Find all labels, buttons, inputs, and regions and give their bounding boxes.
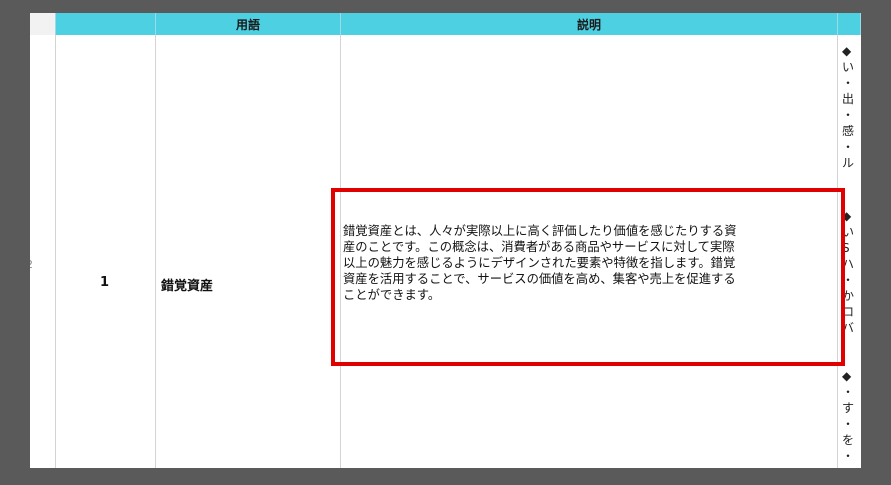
side-fragment: ・: [842, 76, 855, 90]
term-cell[interactable]: 錯覚資産: [161, 275, 213, 294]
side-fragment: ・: [842, 140, 855, 154]
left-edge-cell[interactable]: 2: [30, 258, 33, 271]
header-cell-description[interactable]: 説明: [341, 13, 838, 35]
header-cell-term[interactable]: 用語: [156, 13, 341, 35]
spreadsheet: 用語 説明 2 1 錯覚資産 錯覚資産とは、人々が実際以上に高く評価したり価値を…: [30, 13, 861, 468]
highlight-box: [331, 188, 845, 366]
side-fragment: ◆: [842, 369, 852, 383]
side-fragment: ◆: [842, 44, 852, 58]
side-fragment: す: [842, 401, 855, 415]
side-fragment: ・: [842, 385, 855, 399]
header-row: 用語 説明: [30, 13, 861, 35]
header-cell-next[interactable]: [838, 13, 861, 35]
side-fragment: ・: [842, 449, 855, 463]
row-number-cell[interactable]: 1: [100, 275, 109, 290]
side-fragment: 出: [842, 92, 855, 106]
header-cell-number[interactable]: [56, 13, 156, 35]
column-divider: [55, 35, 56, 468]
side-fragment: ・: [842, 108, 855, 122]
side-column-block-1[interactable]: ◆ い ・ 出 ・ 感 ・ ル: [842, 43, 861, 171]
side-fragment: を: [842, 433, 855, 447]
side-fragment: ル: [842, 156, 855, 170]
column-divider: [155, 35, 156, 468]
side-fragment: 感: [842, 124, 855, 138]
side-column-block-3[interactable]: ◆ ・ す ・ を ・: [842, 368, 861, 464]
header-cell-partial[interactable]: [30, 13, 56, 35]
side-fragment: ・: [842, 417, 855, 431]
side-fragment: い: [842, 60, 855, 74]
